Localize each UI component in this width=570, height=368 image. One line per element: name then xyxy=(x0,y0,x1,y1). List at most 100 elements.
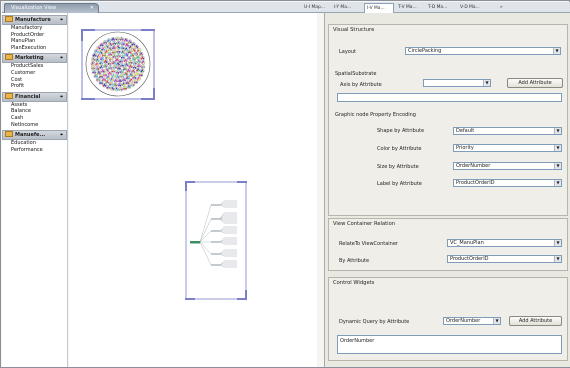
bubble-node[interactable] xyxy=(92,53,97,58)
bubble-node[interactable] xyxy=(122,66,128,71)
bubble-node[interactable] xyxy=(128,72,134,77)
tree-leaf-node[interactable] xyxy=(224,253,237,255)
bubble-node[interactable] xyxy=(110,37,116,42)
tree-leaf-node[interactable] xyxy=(224,222,237,224)
bubble-node[interactable] xyxy=(105,75,111,80)
tree-leaf-node[interactable] xyxy=(224,255,237,257)
shape-select[interactable]: Default ▼ xyxy=(453,127,562,135)
nav-item[interactable]: Manufactory xyxy=(2,25,67,32)
bubble-node[interactable] xyxy=(99,64,104,70)
bubble-node[interactable] xyxy=(116,49,121,54)
frame-corner-handle[interactable] xyxy=(81,29,95,31)
tree-leaf-node[interactable] xyxy=(224,228,237,230)
layout-select[interactable]: CirclePacking ▼ xyxy=(405,47,561,55)
bubble-node[interactable] xyxy=(119,73,125,79)
nav-item[interactable]: NetIncome xyxy=(2,122,67,129)
bubble-node[interactable] xyxy=(129,78,134,83)
bubble-node[interactable] xyxy=(108,42,113,47)
tree-leaf-node[interactable] xyxy=(224,200,237,202)
bubble-node[interactable] xyxy=(101,77,106,82)
tree-leaf-node[interactable] xyxy=(224,249,237,251)
tree-root-node[interactable] xyxy=(190,241,200,244)
tree-leaf-node[interactable] xyxy=(224,260,237,262)
bubble-node[interactable] xyxy=(108,65,113,70)
bubble-node[interactable] xyxy=(134,44,139,49)
bubble-node[interactable] xyxy=(120,54,125,60)
nav-item[interactable]: ManuPlan xyxy=(2,38,67,45)
tree-leaf-node[interactable] xyxy=(224,226,237,228)
bubble-node[interactable] xyxy=(116,53,121,58)
bubble-node[interactable] xyxy=(103,59,108,64)
bubble-node[interactable] xyxy=(96,70,101,75)
frame-corner-handle[interactable] xyxy=(245,290,247,300)
bubble-node[interactable] xyxy=(131,47,136,53)
bubble-node[interactable] xyxy=(112,54,117,59)
nav-item[interactable]: Education xyxy=(2,140,67,147)
nav-item[interactable]: Performance xyxy=(2,147,67,154)
nav-item[interactable]: Balance xyxy=(2,108,67,115)
nav-item[interactable]: Cash xyxy=(2,115,67,122)
bubble-node[interactable] xyxy=(124,52,129,57)
bubble-node[interactable] xyxy=(138,72,143,77)
pin-icon[interactable]: ⌖ xyxy=(60,131,63,139)
bubble-node[interactable] xyxy=(119,36,124,42)
bubble-node[interactable] xyxy=(131,56,137,62)
tree-leaf-node[interactable] xyxy=(224,241,237,243)
tree-branch-node[interactable] xyxy=(211,241,220,243)
bubble-node[interactable] xyxy=(118,59,124,64)
bubble-node[interactable] xyxy=(131,69,136,74)
pin-icon[interactable]: ⌖ xyxy=(60,54,63,62)
bubble-node[interactable] xyxy=(133,79,139,84)
frame-corner-handle[interactable] xyxy=(141,98,155,100)
bubble-node[interactable] xyxy=(101,52,106,58)
bubble-node[interactable] xyxy=(113,82,118,87)
tree-leaf-node[interactable] xyxy=(224,237,237,239)
tree-leaf-node[interactable] xyxy=(224,251,237,253)
relate-to-select[interactable]: VC_ManuPlan ▼ xyxy=(447,239,562,247)
bubble-node[interactable] xyxy=(119,69,124,74)
bubble-node[interactable] xyxy=(107,61,112,66)
mapping-tab[interactable]: V-D Ma... xyxy=(458,3,488,13)
tree-branch-node[interactable] xyxy=(211,264,220,266)
bubble-node[interactable] xyxy=(127,49,132,54)
bubble-node[interactable] xyxy=(110,86,115,91)
bubble-node[interactable] xyxy=(123,37,128,43)
bubble-node[interactable] xyxy=(132,75,137,80)
bubble-node[interactable] xyxy=(106,85,111,90)
tree-leaf-node[interactable] xyxy=(224,202,237,204)
dynamic-query-list[interactable]: OrderNumber xyxy=(337,335,562,354)
bubble-node[interactable] xyxy=(140,55,145,61)
tree-leaf-node[interactable] xyxy=(224,243,237,245)
bubble-node[interactable] xyxy=(125,75,130,80)
bubble-node[interactable] xyxy=(141,60,146,65)
frame-corner-handle[interactable] xyxy=(185,298,195,300)
color-select[interactable]: Priority ▼ xyxy=(453,144,562,152)
category-header[interactable]: Manuefe... ⌖ xyxy=(2,130,67,141)
nav-item[interactable]: Customer xyxy=(2,70,67,77)
bubble-node[interactable] xyxy=(136,63,142,68)
bubble-node[interactable] xyxy=(136,76,141,81)
bubble-node[interactable] xyxy=(99,60,104,65)
tree-leaf-node[interactable] xyxy=(224,239,237,241)
nav-item[interactable]: ProductOrder xyxy=(2,32,67,39)
bubble-node[interactable] xyxy=(140,68,145,73)
bubble-node[interactable] xyxy=(98,80,104,85)
bubble-node[interactable] xyxy=(128,45,133,50)
pin-icon[interactable]: ⌖ xyxy=(60,93,63,101)
bubble-node[interactable] xyxy=(136,59,141,64)
bubble-node[interactable] xyxy=(115,61,121,67)
tree-view[interactable] xyxy=(185,181,247,300)
tree-leaf-node[interactable] xyxy=(224,212,237,214)
bubble-node[interactable] xyxy=(99,56,105,61)
bubble-node[interactable] xyxy=(102,83,107,88)
bubble-node[interactable] xyxy=(103,40,108,45)
bubble-node[interactable] xyxy=(120,50,125,55)
frame-corner-handle[interactable] xyxy=(81,98,95,100)
tree-branch-node[interactable] xyxy=(211,218,220,220)
bubble-node[interactable] xyxy=(98,50,103,55)
bubble-node[interactable] xyxy=(130,52,135,58)
bubble-node[interactable] xyxy=(120,45,125,50)
bubble-node[interactable] xyxy=(102,72,108,77)
nav-item[interactable]: Assets xyxy=(2,102,67,109)
category-header[interactable]: Marketing ⌖ xyxy=(2,53,67,64)
